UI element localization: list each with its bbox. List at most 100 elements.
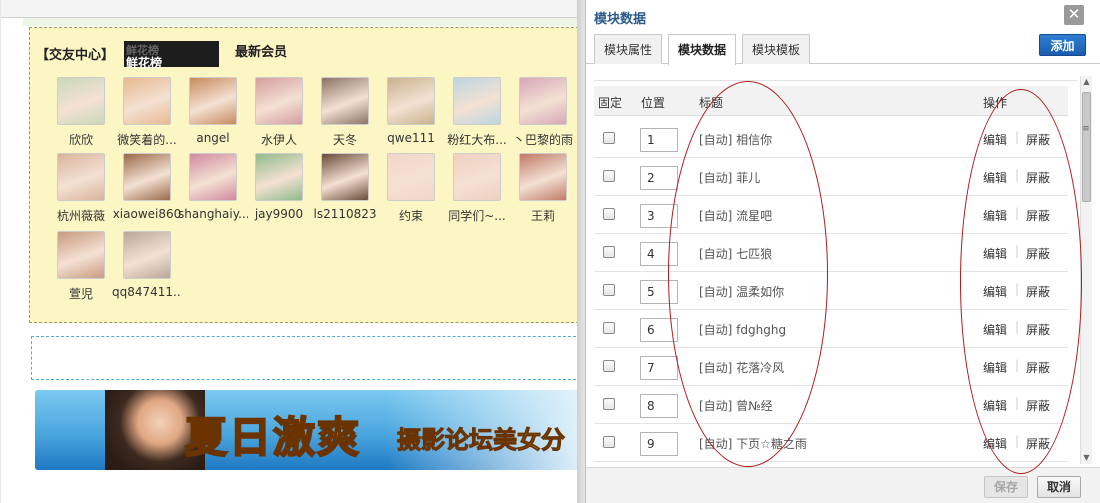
member-name[interactable]: 天冬: [310, 131, 380, 148]
empty-module-slot[interactable]: [31, 336, 591, 380]
member-item[interactable]: 欣欣: [46, 77, 116, 148]
member-avatar[interactable]: [57, 153, 105, 201]
member-item[interactable]: 粉红大布...: [442, 77, 512, 148]
member-avatar[interactable]: [57, 77, 105, 125]
member-name[interactable]: 约束: [376, 207, 446, 224]
mask-link[interactable]: 屏蔽: [1026, 169, 1050, 186]
tab-module-properties[interactable]: 模块属性: [594, 34, 663, 64]
member-name[interactable]: 粉红大布...: [442, 131, 512, 148]
scroll-down-icon[interactable]: ▼: [1081, 452, 1092, 464]
member-name[interactable]: 微笑着的...: [112, 131, 182, 148]
member-name[interactable]: shanghaiy...: [178, 207, 248, 221]
member-avatar[interactable]: [519, 153, 567, 201]
mask-link[interactable]: 屏蔽: [1026, 131, 1050, 148]
member-item[interactable]: 丶巴黎的雨: [508, 77, 578, 148]
edit-link[interactable]: 编辑: [983, 245, 1007, 262]
member-avatar[interactable]: [189, 77, 237, 125]
member-avatar[interactable]: [519, 77, 567, 125]
member-item[interactable]: angel: [178, 77, 248, 145]
member-item[interactable]: ls2110823: [310, 153, 380, 221]
mask-link[interactable]: 屏蔽: [1026, 397, 1050, 414]
member-item[interactable]: 杭州薇薇: [46, 153, 116, 224]
mask-link[interactable]: 屏蔽: [1026, 245, 1050, 262]
edit-link[interactable]: 编辑: [983, 169, 1007, 186]
position-input[interactable]: [640, 318, 678, 342]
fixed-checkbox[interactable]: [603, 132, 615, 144]
scroll-thumb[interactable]: [1082, 92, 1091, 202]
member-name[interactable]: 杭州薇薇: [46, 207, 116, 224]
member-item[interactable]: 王莉: [508, 153, 578, 224]
position-input[interactable]: [640, 394, 678, 418]
fixed-checkbox[interactable]: [603, 322, 615, 334]
member-name[interactable]: 欣欣: [46, 131, 116, 148]
fixed-checkbox[interactable]: [603, 436, 615, 448]
position-input[interactable]: [640, 128, 678, 152]
mask-link[interactable]: 屏蔽: [1026, 207, 1050, 224]
tab-new-members[interactable]: 最新会员: [235, 41, 287, 60]
member-name[interactable]: angel: [178, 131, 248, 145]
edit-link[interactable]: 编辑: [983, 321, 1007, 338]
friend-center-module[interactable]: 【交友中心】 鲜花榜 鲜花榜 最新会员 欣欣 微笑着的... angel 水伊人 天冬 q…: [29, 27, 589, 323]
fixed-checkbox[interactable]: [603, 246, 615, 258]
tab-flowers[interactable]: 鲜花榜 鲜花榜: [124, 41, 219, 69]
mask-link[interactable]: 屏蔽: [1026, 321, 1050, 338]
member-name[interactable]: 王莉: [508, 207, 578, 224]
member-item[interactable]: jay9900: [244, 153, 314, 221]
edit-link[interactable]: 编辑: [983, 131, 1007, 148]
fixed-checkbox[interactable]: [603, 360, 615, 372]
member-name[interactable]: 同学们~...: [442, 207, 512, 224]
member-avatar[interactable]: [123, 231, 171, 279]
position-input[interactable]: [640, 166, 678, 190]
edit-link[interactable]: 编辑: [983, 283, 1007, 300]
member-name[interactable]: qwe111: [376, 131, 446, 145]
member-avatar[interactable]: [255, 153, 303, 201]
member-avatar[interactable]: [57, 231, 105, 279]
member-avatar[interactable]: [387, 153, 435, 201]
member-item[interactable]: 萱児: [46, 231, 116, 302]
member-avatar[interactable]: [321, 77, 369, 125]
member-avatar[interactable]: [321, 153, 369, 201]
tab-module-data[interactable]: 模块数据: [668, 34, 737, 65]
mask-link[interactable]: 屏蔽: [1026, 283, 1050, 300]
member-name[interactable]: 水伊人: [244, 131, 314, 148]
close-icon[interactable]: ✕: [1064, 5, 1084, 25]
member-item[interactable]: 微笑着的...: [112, 77, 182, 148]
add-button[interactable]: 添加: [1039, 34, 1086, 56]
member-name[interactable]: jay9900: [244, 207, 314, 221]
member-item[interactable]: 天冬: [310, 77, 380, 148]
member-name[interactable]: xiaowei860: [112, 207, 182, 221]
tab-module-template[interactable]: 模块模板: [742, 34, 811, 64]
member-avatar[interactable]: [255, 77, 303, 125]
position-input[interactable]: [640, 432, 678, 456]
member-name[interactable]: 萱児: [46, 285, 116, 302]
member-item[interactable]: qq847411...: [112, 231, 182, 299]
mask-link[interactable]: 屏蔽: [1026, 359, 1050, 376]
member-item[interactable]: shanghaiy...: [178, 153, 248, 221]
edit-link[interactable]: 编辑: [983, 207, 1007, 224]
scroll-up-icon[interactable]: ▲: [1081, 76, 1092, 88]
mask-link[interactable]: 屏蔽: [1026, 435, 1050, 452]
member-name[interactable]: qq847411...: [112, 285, 182, 299]
member-name[interactable]: 丶巴黎的雨: [508, 131, 578, 148]
member-avatar[interactable]: [387, 77, 435, 125]
fixed-checkbox[interactable]: [603, 284, 615, 296]
member-name[interactable]: ls2110823: [310, 207, 380, 221]
member-avatar[interactable]: [189, 153, 237, 201]
edit-link[interactable]: 编辑: [983, 359, 1007, 376]
position-input[interactable]: [640, 280, 678, 304]
fixed-checkbox[interactable]: [603, 170, 615, 182]
cancel-button[interactable]: 取消: [1037, 476, 1081, 498]
member-avatar[interactable]: [123, 77, 171, 125]
member-avatar[interactable]: [453, 77, 501, 125]
member-item[interactable]: qwe111: [376, 77, 446, 145]
position-input[interactable]: [640, 242, 678, 266]
member-item[interactable]: 同学们~...: [442, 153, 512, 224]
save-button[interactable]: 保存: [984, 476, 1028, 498]
summer-banner[interactable]: 夏日激爽 摄影论坛美女分: [35, 390, 587, 470]
edit-link[interactable]: 编辑: [983, 397, 1007, 414]
position-input[interactable]: [640, 204, 678, 228]
table-scrollbar[interactable]: ▲ ≡ ▼: [1080, 76, 1092, 464]
fixed-checkbox[interactable]: [603, 398, 615, 410]
member-item[interactable]: 水伊人: [244, 77, 314, 148]
member-item[interactable]: 约束: [376, 153, 446, 224]
